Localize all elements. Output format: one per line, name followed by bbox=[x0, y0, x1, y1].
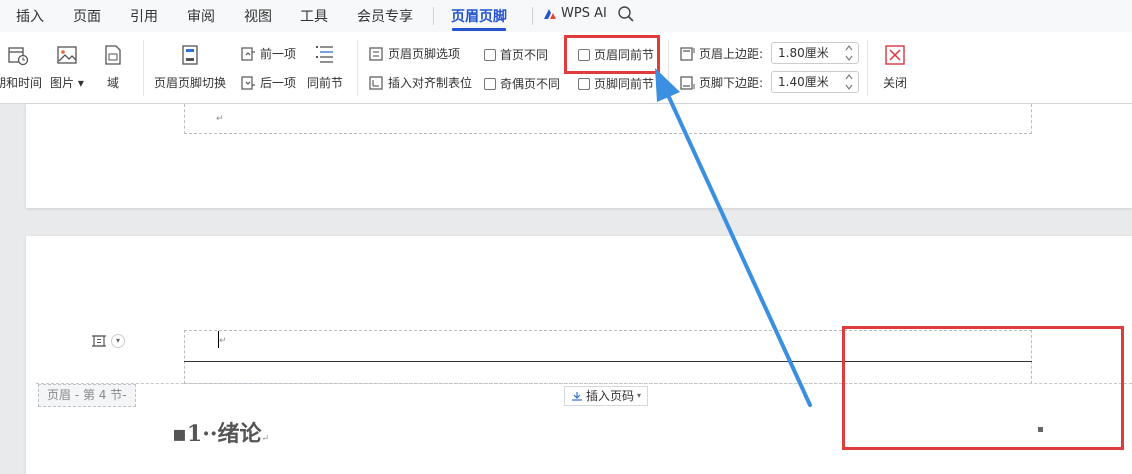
annotation-arrow bbox=[655, 68, 812, 407]
